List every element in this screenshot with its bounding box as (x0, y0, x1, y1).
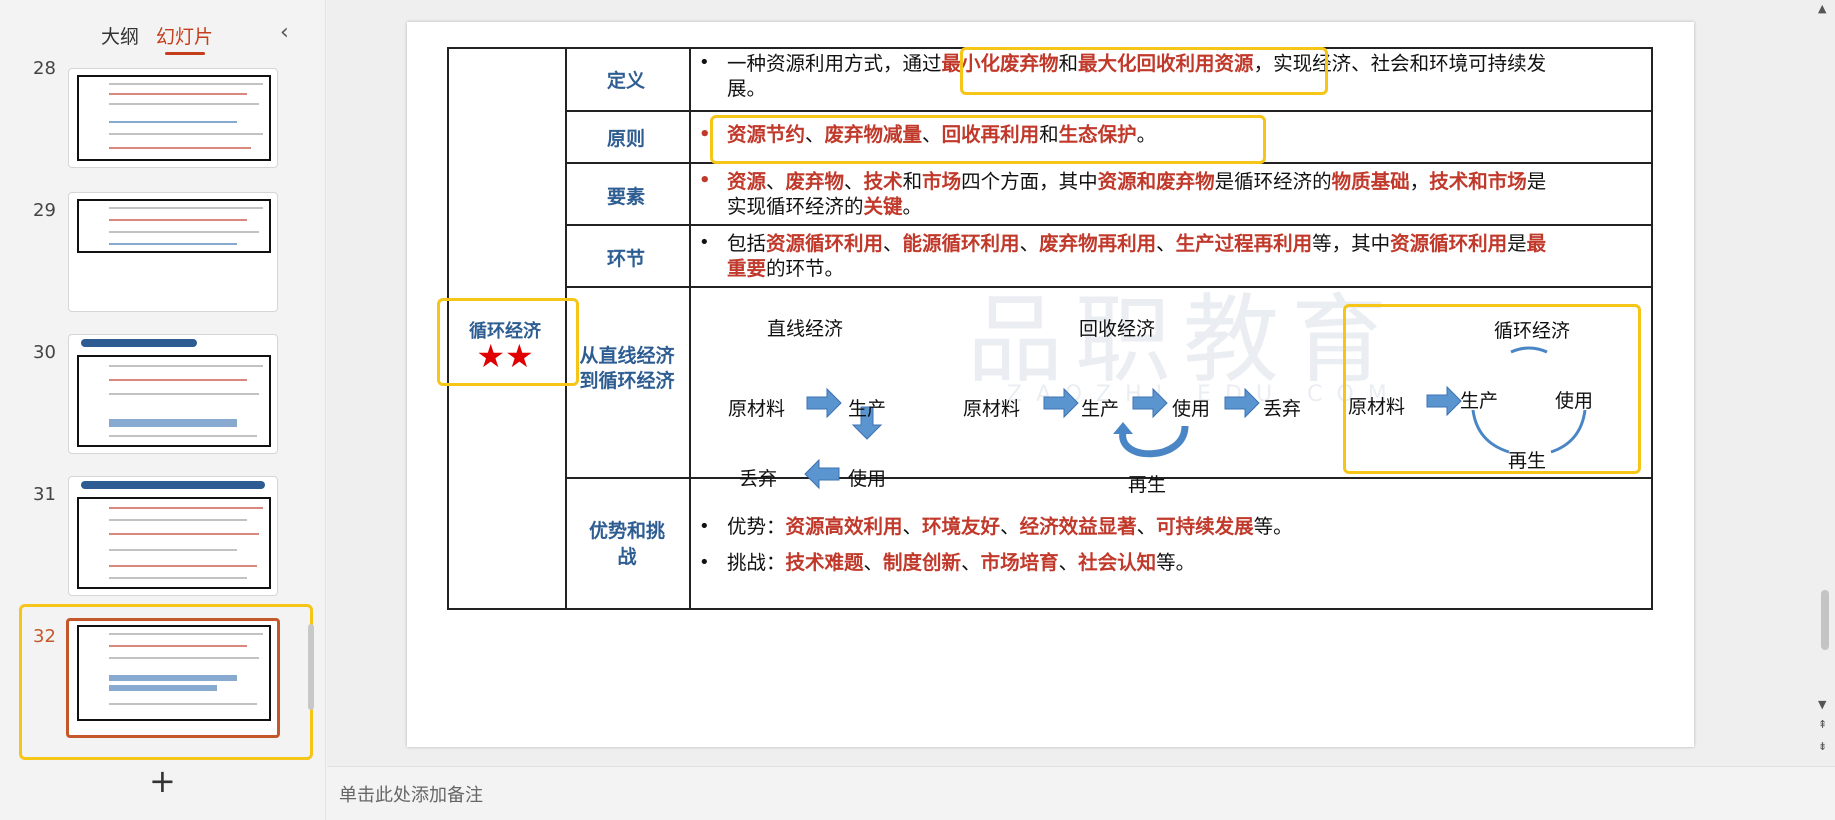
slide-thumbnail-32[interactable] (66, 618, 280, 738)
next-slide-icon[interactable]: ⇟ (1818, 740, 1827, 753)
scroll-down-icon[interactable]: ▼ (1818, 698, 1826, 711)
arrow-left-icon (804, 458, 840, 490)
slide-panel: 大纲 幻灯片 ‹ 28 29 30 31 32 + (0, 0, 326, 820)
slide-thumbnail-29[interactable] (68, 192, 278, 312)
arrow-right-icon (1132, 387, 1168, 419)
slide-number: 28 (33, 58, 56, 79)
recycle-use: 使用 (1172, 398, 1211, 420)
recycle-raw: 原材料 (963, 398, 1021, 420)
linear-title: 直线经济 (767, 318, 844, 340)
arrow-right-icon (1224, 387, 1260, 419)
recycle-regen: 再生 (1128, 474, 1167, 496)
notes-pane[interactable]: 单击此处添加备注 (327, 766, 1835, 820)
slide-thumbnail-28[interactable] (68, 68, 278, 168)
slide-number: 29 (33, 200, 56, 221)
linear-produce: 生产 (848, 398, 887, 420)
arrow-right-icon (806, 387, 842, 419)
linear-use: 使用 (848, 468, 887, 490)
recycle-discard: 丢弃 (1263, 398, 1302, 420)
add-slide-button[interactable]: + (149, 762, 176, 800)
bullet: • (699, 552, 710, 573)
tab-slides[interactable]: 幻灯片 (156, 22, 213, 49)
prev-slide-icon[interactable]: ⇞ (1818, 718, 1827, 731)
recycle-produce: 生产 (1081, 398, 1120, 420)
arrow-right-icon (1043, 387, 1079, 419)
scrollbar-thumb[interactable] (1821, 590, 1829, 650)
collapse-panel-icon[interactable]: ‹ (280, 20, 289, 45)
linear-raw: 原材料 (728, 398, 786, 420)
highlight-box-circular (1343, 304, 1641, 474)
tab-active-indicator (165, 52, 205, 55)
slide-canvas[interactable]: 品职教育 ZAOZHI EDU.COM 循环经济 ★★ 定义 原则 要素 环节 … (407, 22, 1694, 747)
challenges-text: 挑战：技术难题、制度创新、市场培育、社会认知等。 (727, 551, 1196, 574)
slide-number: 31 (33, 484, 56, 505)
notes-placeholder[interactable]: 单击此处添加备注 (339, 781, 483, 807)
slide-thumbnail-30[interactable] (68, 334, 278, 454)
scroll-up-icon[interactable]: ▲ (1818, 2, 1826, 15)
editor-vertical-scrollbar[interactable]: ▲ ▼ ⇞ ⇟ (1813, 0, 1835, 766)
slide-number: 32 (33, 626, 56, 647)
cycle-arrow-icon (1119, 425, 1189, 458)
slide-number: 30 (33, 342, 56, 363)
slide-thumbnail-31[interactable] (68, 476, 278, 596)
panel-scrollbar[interactable] (308, 624, 314, 710)
linear-discard: 丢弃 (739, 468, 778, 490)
bullet: • (699, 516, 710, 537)
advantages-text: 优势：资源高效利用、环境友好、经济效益显著、可持续发展等。 (727, 515, 1293, 538)
recycle-title: 回收经济 (1079, 318, 1156, 340)
tab-outline[interactable]: 大纲 (101, 22, 139, 49)
